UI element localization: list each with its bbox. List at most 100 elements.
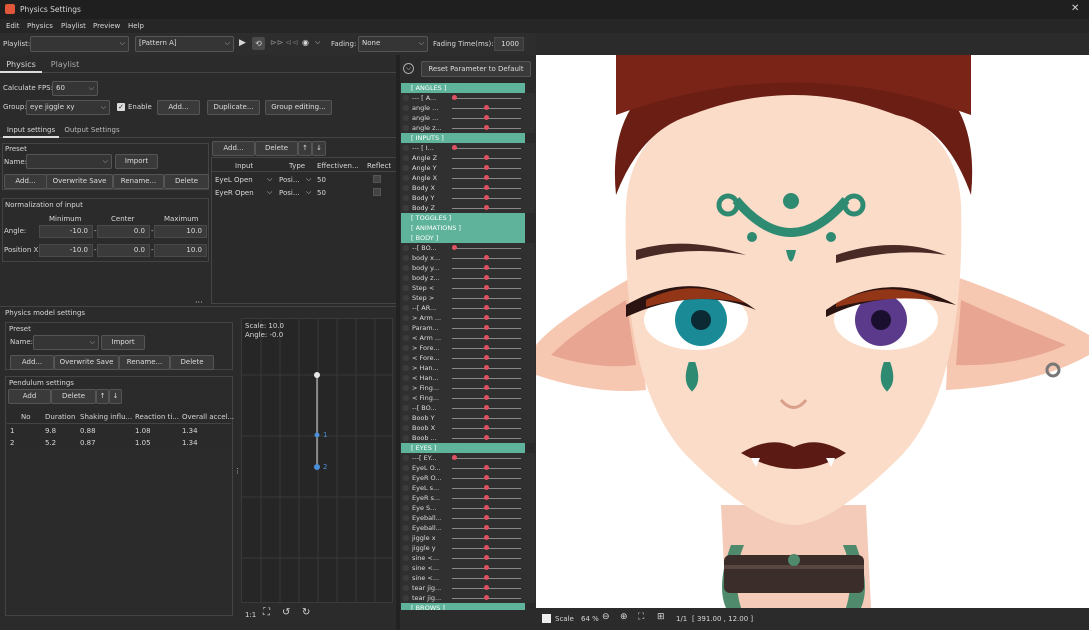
param-row[interactable]: --- [ A...	[401, 93, 535, 103]
rewind-icon[interactable]: ⊲⊲	[285, 38, 298, 47]
record-icon[interactable]: ◉	[302, 38, 309, 47]
param-slider-knob[interactable]	[484, 555, 489, 560]
param-slider-knob[interactable]	[484, 465, 489, 470]
eye-icon[interactable]	[403, 125, 409, 131]
close-icon[interactable]: ✕	[1071, 3, 1079, 14]
param-slider-knob[interactable]	[452, 95, 457, 100]
pendulum-delete-button[interactable]: Delete	[51, 389, 96, 404]
param-row[interactable]: EyeL s...	[401, 483, 535, 493]
enable-checkbox[interactable]: ✓	[117, 103, 125, 111]
group-duplicate-button[interactable]: Duplicate...	[207, 100, 260, 115]
input-up-button[interactable]: ↑	[298, 141, 312, 156]
eye-icon[interactable]	[403, 195, 409, 201]
menu-preview[interactable]: Preview	[93, 22, 120, 30]
param-slider-knob[interactable]	[484, 255, 489, 260]
eye-icon[interactable]	[403, 585, 409, 591]
eye-icon[interactable]	[403, 205, 409, 211]
preset-delete-button[interactable]: Delete	[164, 174, 209, 189]
table-row[interactable]: EyeR Open ⌵ Posi... ⌵ 50	[212, 186, 398, 198]
param-group-header[interactable]: [ ANIMATIONS ]	[401, 223, 525, 233]
param-group-header[interactable]: [ BROWS ]	[401, 603, 525, 610]
chevron-down-icon[interactable]: ⌵	[267, 188, 272, 197]
position-center-input[interactable]: 0.0	[97, 244, 150, 257]
tab-output-settings[interactable]: Output Settings	[63, 123, 121, 138]
param-slider-knob[interactable]	[484, 435, 489, 440]
param-slider-knob[interactable]	[484, 425, 489, 430]
eye-icon[interactable]	[403, 425, 409, 431]
param-row[interactable]: Boob Y	[401, 413, 535, 423]
param-slider-knob[interactable]	[452, 245, 457, 250]
input-down-button[interactable]: ↓	[312, 141, 326, 156]
param-slider-knob[interactable]	[484, 185, 489, 190]
param-row[interactable]: angle z...	[401, 123, 535, 133]
scale-checkbox[interactable]	[542, 614, 551, 623]
param-row[interactable]: > Han...	[401, 363, 535, 373]
table-row[interactable]: 1 9.8 0.88 1.08 1.34	[7, 425, 231, 436]
param-row[interactable]: tear jig...	[401, 583, 535, 593]
param-slider-knob[interactable]	[484, 575, 489, 580]
param-row[interactable]: sine <...	[401, 563, 535, 573]
eye-icon[interactable]	[403, 395, 409, 401]
eye-icon[interactable]	[403, 435, 409, 441]
rotate-left-icon[interactable]: ↺	[282, 607, 290, 618]
eye-icon[interactable]	[403, 365, 409, 371]
param-row[interactable]: < Han...	[401, 373, 535, 383]
param-slider-knob[interactable]	[484, 155, 489, 160]
param-slider-knob[interactable]	[484, 345, 489, 350]
param-group-header[interactable]: [ INPUTS ]	[401, 133, 525, 143]
menu-playlist[interactable]: Playlist	[61, 22, 86, 30]
model-add-button[interactable]: Add...	[10, 355, 54, 370]
param-slider-knob[interactable]	[484, 275, 489, 280]
param-row[interactable]: Body X	[401, 183, 535, 193]
param-row[interactable]: > Fing...	[401, 383, 535, 393]
param-slider-knob[interactable]	[484, 595, 489, 600]
model-delete-button[interactable]: Delete	[170, 355, 214, 370]
param-row[interactable]: EyeL O...	[401, 463, 535, 473]
pattern-select[interactable]: [Pattern A] ⌵	[135, 36, 234, 52]
group-editing-button[interactable]: Group editing...	[265, 100, 332, 115]
eye-icon[interactable]	[403, 385, 409, 391]
eye-icon[interactable]	[403, 375, 409, 381]
param-row[interactable]: < Arm ...	[401, 333, 535, 343]
preset-add-button[interactable]: Add...	[4, 174, 47, 189]
eye-icon[interactable]	[403, 405, 409, 411]
param-slider-knob[interactable]	[484, 525, 489, 530]
playlist-select[interactable]: ⌵	[30, 36, 129, 52]
eye-icon[interactable]	[403, 175, 409, 181]
eye-icon[interactable]	[403, 185, 409, 191]
angle-center-input[interactable]: 0.0	[97, 225, 150, 238]
eye-icon[interactable]	[403, 495, 409, 501]
chevron-down-icon[interactable]: ⌵	[267, 175, 272, 184]
menu-help[interactable]: Help	[128, 22, 144, 30]
param-slider-knob[interactable]	[484, 125, 489, 130]
param-row[interactable]: jiggle y	[401, 543, 535, 553]
tab-playlist[interactable]: Playlist	[44, 57, 86, 73]
param-row[interactable]: Angle Y	[401, 163, 535, 173]
input-add-button[interactable]: Add...	[212, 141, 255, 156]
param-slider-knob[interactable]	[484, 305, 489, 310]
param-slider-knob[interactable]	[452, 145, 457, 150]
eye-icon[interactable]	[403, 115, 409, 121]
reset-parameter-button[interactable]: Reset Parameter to Default	[421, 61, 531, 77]
param-row[interactable]: < Fore...	[401, 353, 535, 363]
param-row[interactable]: --- [ I...	[401, 143, 535, 153]
param-row[interactable]: ---[ EY...	[401, 453, 535, 463]
eye-icon[interactable]	[403, 505, 409, 511]
param-slider-track[interactable]	[452, 148, 521, 149]
param-slider-knob[interactable]	[484, 195, 489, 200]
param-row[interactable]: body z...	[401, 273, 535, 283]
param-slider-knob[interactable]	[484, 395, 489, 400]
preset-import-button[interactable]: Import	[115, 154, 158, 169]
eye-icon[interactable]	[403, 315, 409, 321]
pendulum-add-button[interactable]: Add	[8, 389, 51, 404]
param-row[interactable]: Step >	[401, 293, 535, 303]
param-row[interactable]: EyeR s...	[401, 493, 535, 503]
param-slider-knob[interactable]	[484, 385, 489, 390]
param-row[interactable]: body x...	[401, 253, 535, 263]
eye-icon[interactable]	[403, 105, 409, 111]
eye-icon[interactable]	[403, 565, 409, 571]
eye-icon[interactable]	[403, 275, 409, 281]
table-row[interactable]: EyeL Open ⌵ Posi... ⌵ 50	[212, 173, 398, 185]
menu-edit[interactable]: Edit	[6, 22, 20, 30]
param-row[interactable]: Angle X	[401, 173, 535, 183]
